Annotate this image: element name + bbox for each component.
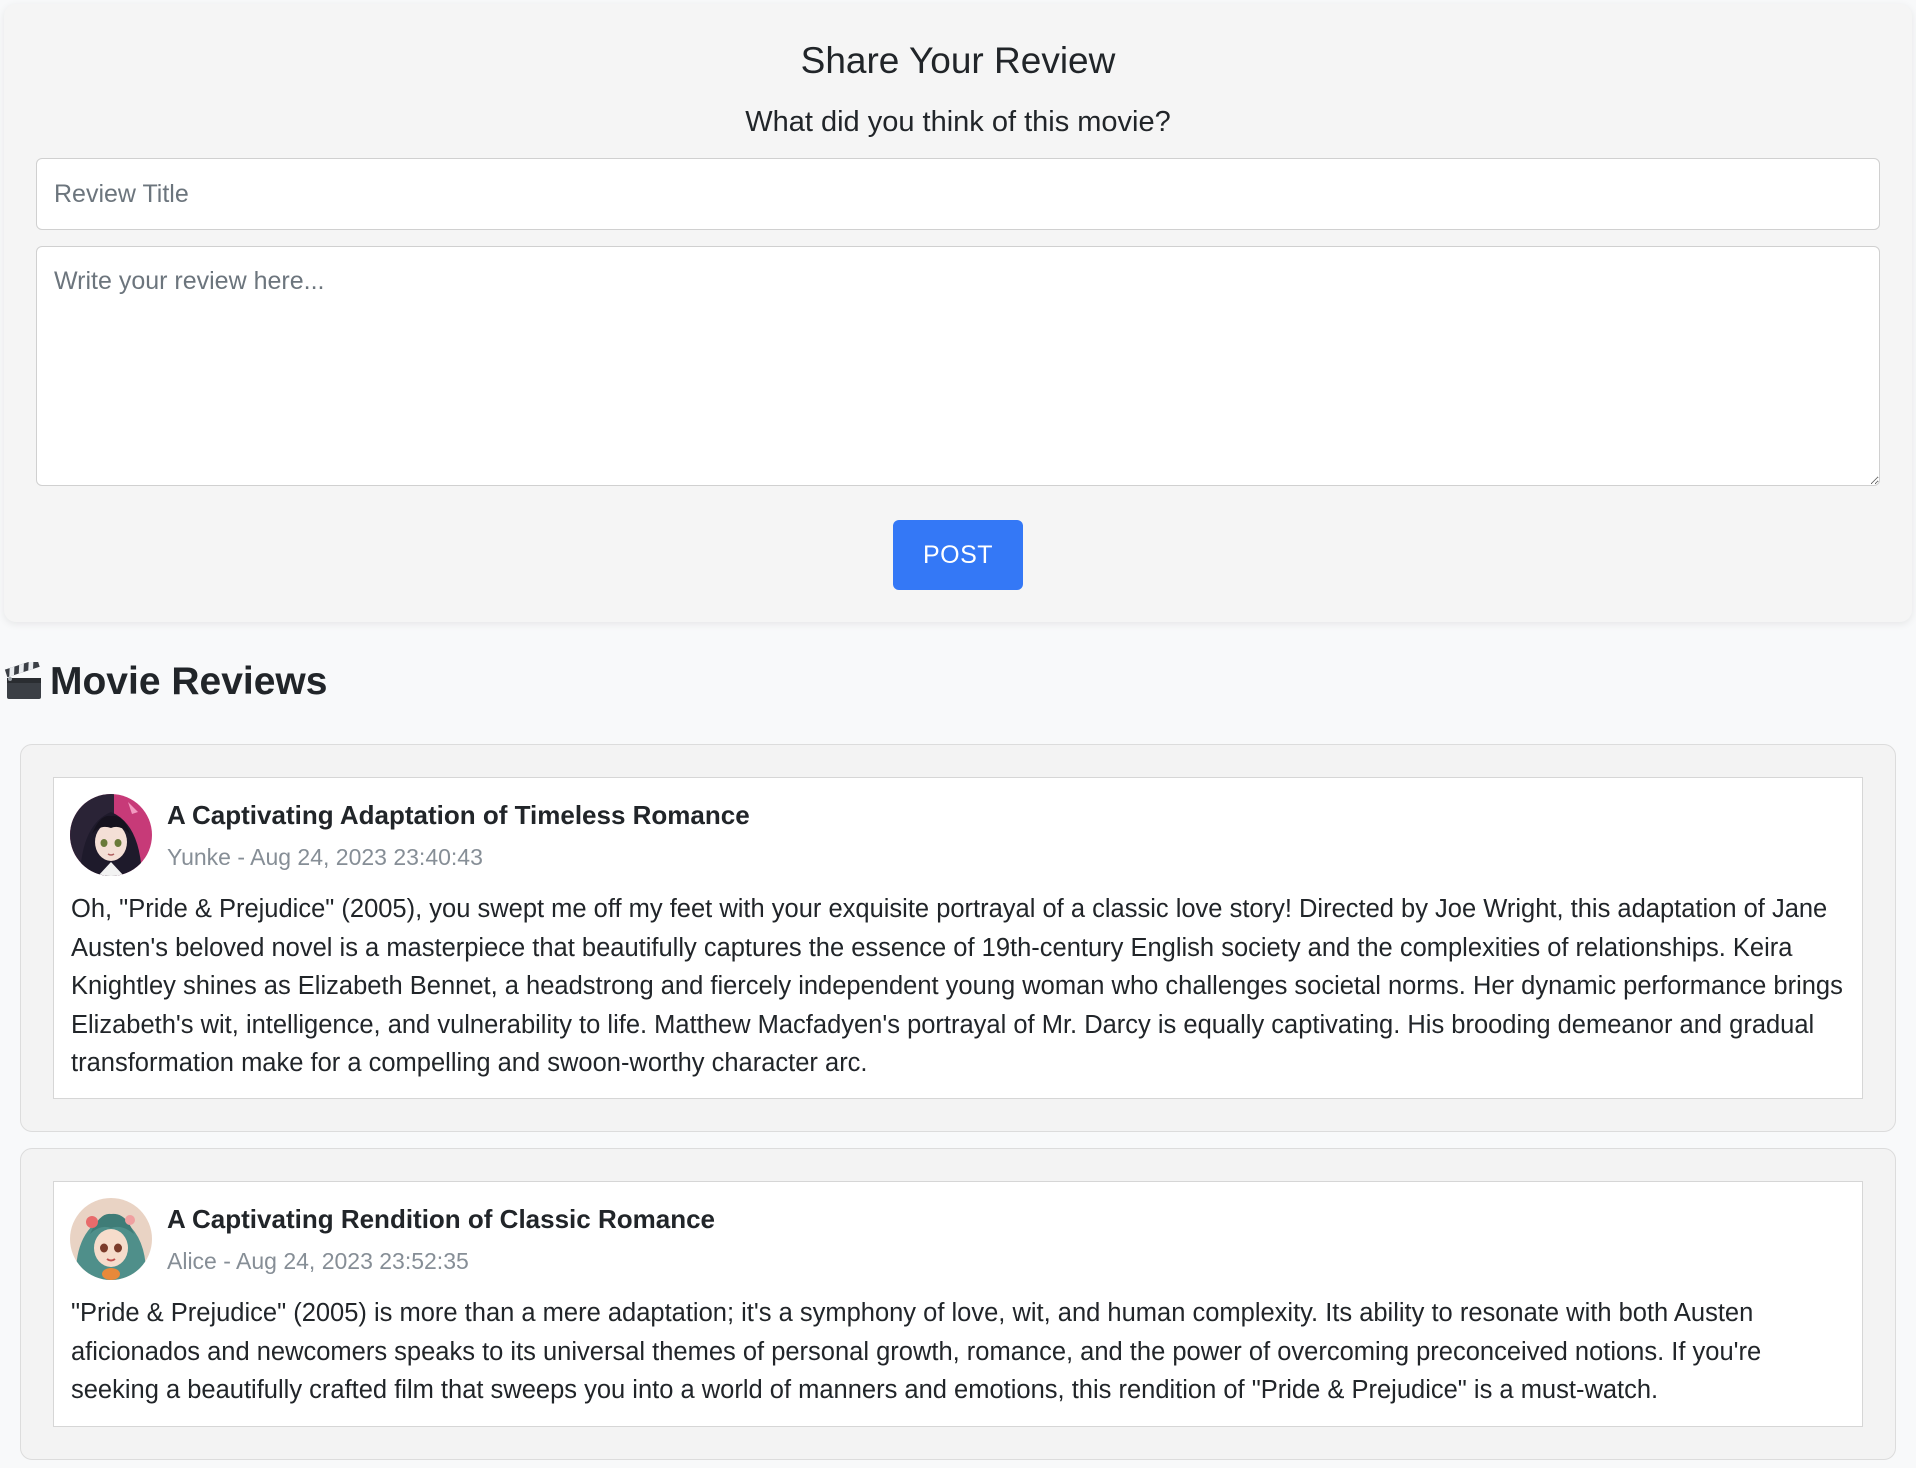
review-meta: Alice - Aug 24, 2023 23:52:35 — [167, 1248, 469, 1274]
review-title: A Captivating Rendition of Classic Roman… — [167, 1204, 716, 1234]
clapper-board-icon — [4, 659, 44, 702]
review-body: "Pride & Prejudice" (2005) is more than … — [71, 1299, 1762, 1404]
avatar — [70, 1198, 152, 1280]
review-title-input[interactable] — [36, 158, 1880, 230]
review-title: A Captivating Adaptation of Timeless Rom… — [167, 800, 750, 830]
avatar — [70, 794, 152, 876]
review-form: Share Your Review What did you think of … — [4, 4, 1912, 622]
review-card: A Captivating Rendition of Classic Roman… — [20, 1148, 1896, 1460]
review-content: A Captivating Rendition of Classic Roman… — [53, 1181, 1863, 1427]
review-card: A Captivating Adaptation of Timeless Rom… — [20, 744, 1896, 1132]
review-body-textarea[interactable] — [36, 246, 1880, 486]
form-subtitle: What did you think of this movie? — [745, 106, 1171, 138]
review-meta: Yunke - Aug 24, 2023 23:40:43 — [167, 844, 483, 870]
post-button[interactable]: POST — [893, 520, 1023, 590]
review-body: Oh, "Pride & Prejudice" (2005), you swep… — [71, 895, 1843, 1077]
reviews-heading: Movie Reviews — [4, 659, 328, 704]
reviews-heading-label: Movie Reviews — [50, 660, 328, 703]
review-content: A Captivating Adaptation of Timeless Rom… — [53, 777, 1863, 1099]
form-title: Share Your Review — [800, 40, 1116, 81]
